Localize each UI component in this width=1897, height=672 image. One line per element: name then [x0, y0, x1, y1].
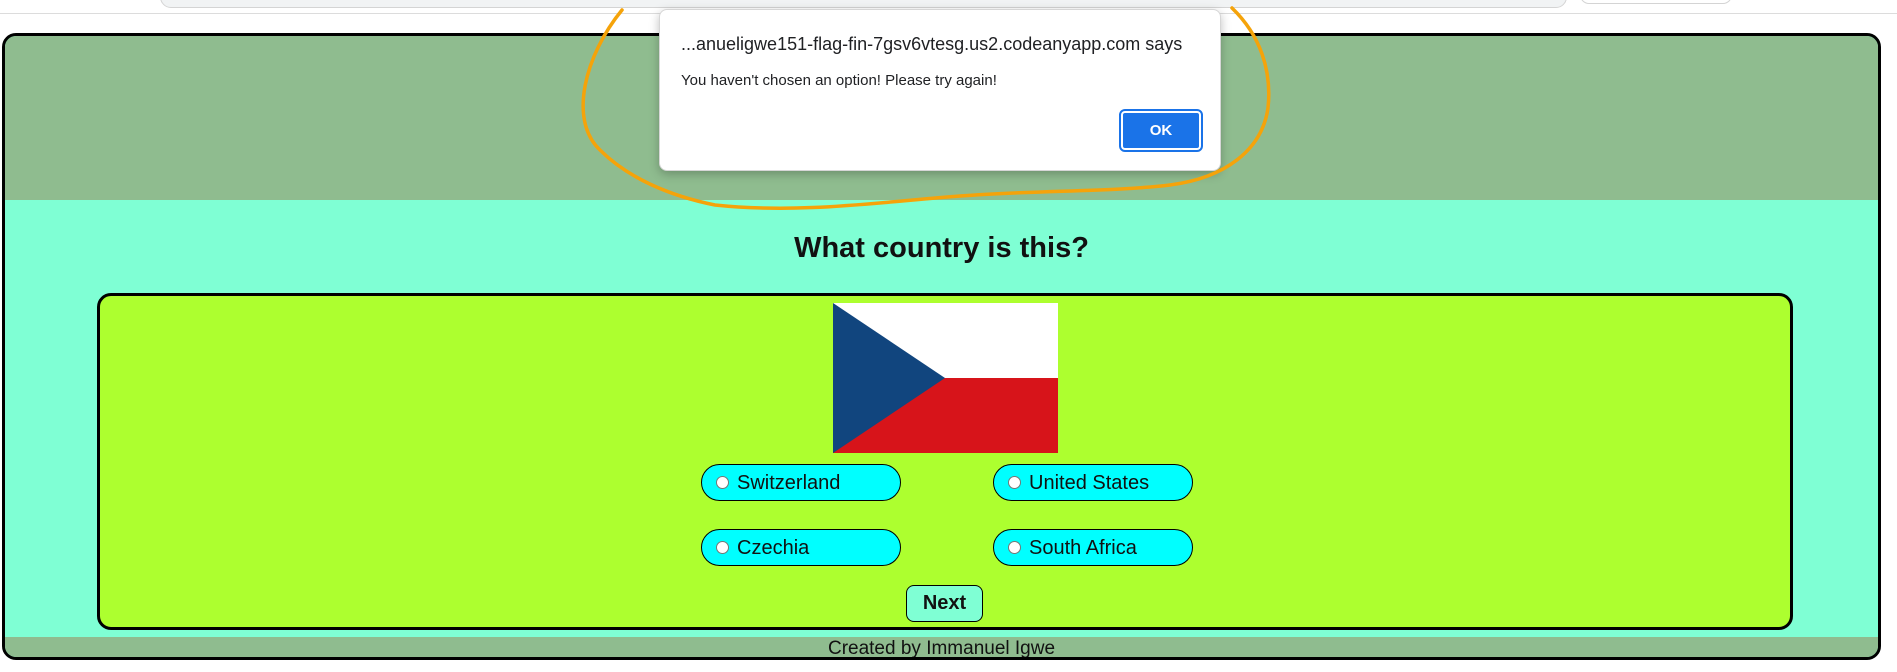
option-label: United States — [1029, 471, 1150, 494]
dialog-title: ...anueligwe151-flag-fin-7gsv6vtesg.us2.… — [681, 34, 1183, 54]
alert-dialog: ...anueligwe151-flag-fin-7gsv6vtesg.us2.… — [659, 9, 1221, 171]
toolbar-button[interactable] — [1580, 0, 1732, 4]
radio-button[interactable] — [716, 541, 729, 554]
option-czechia[interactable]: Czechia — [701, 529, 901, 566]
option-south-africa[interactable]: South Africa — [993, 529, 1193, 566]
option-switzerland[interactable]: Switzerland — [701, 464, 901, 501]
address-bar[interactable] — [160, 0, 1567, 8]
question-title: What country is this? — [794, 232, 1089, 264]
dialog-message: You haven't chosen an option! Please try… — [681, 72, 997, 89]
quiz-card: Switzerland United States Czechia South … — [97, 293, 1793, 630]
footer: Created by Immanuel Igwe — [5, 637, 1878, 657]
next-button[interactable]: Next — [906, 585, 983, 622]
option-label: Czechia — [737, 536, 810, 559]
radio-button[interactable] — [1008, 541, 1021, 554]
option-label: South Africa — [1029, 536, 1137, 559]
ok-button[interactable]: OK — [1119, 109, 1203, 152]
czech-flag-icon — [833, 303, 1058, 453]
option-united-states[interactable]: United States — [993, 464, 1193, 501]
option-label: Switzerland — [737, 471, 841, 494]
radio-button[interactable] — [1008, 476, 1021, 489]
radio-button[interactable] — [716, 476, 729, 489]
